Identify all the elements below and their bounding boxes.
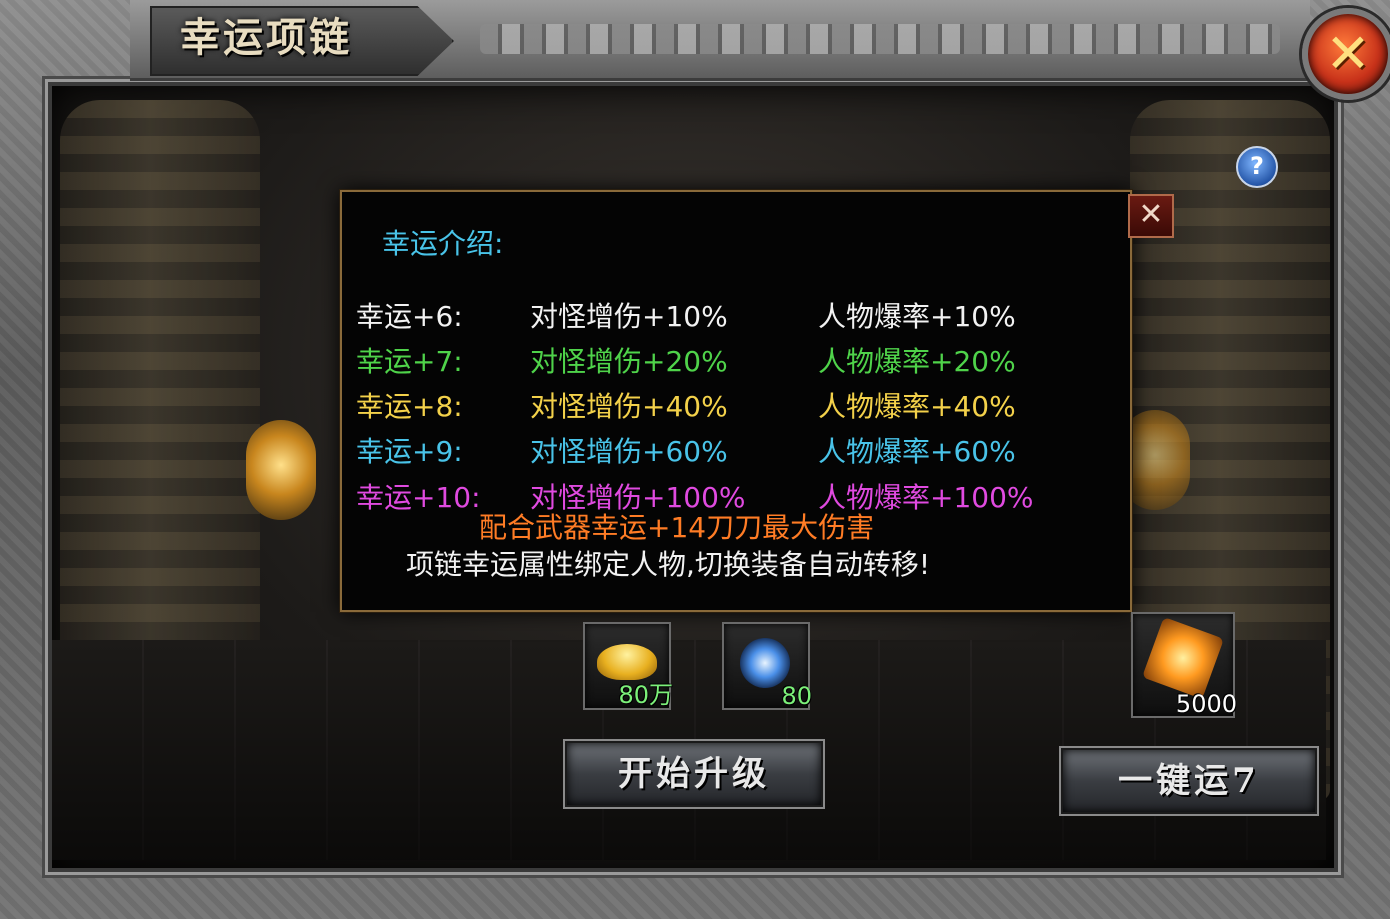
popup-close-button[interactable]: ✕	[1128, 194, 1174, 238]
row-monster-damage: 对怪增伤+10%	[530, 300, 728, 333]
row-drop-rate: 人物爆率+20%	[818, 345, 1016, 378]
stone-cost-slot[interactable]: 80	[722, 622, 812, 710]
amulet-item-slot[interactable]: 5000	[1131, 612, 1237, 718]
window-title: 幸运项链	[180, 14, 352, 61]
row-level: 幸运+7:	[356, 345, 463, 378]
row-monster-damage: 对怪增伤+40%	[530, 390, 728, 423]
row-level: 幸运+6:	[356, 300, 463, 333]
row-drop-rate: 人物爆率+40%	[818, 390, 1016, 423]
popup-heading: 幸运介绍:	[382, 227, 504, 260]
bind-luck-note: 项链幸运属性绑定人物,切换装备自动转移!	[406, 548, 931, 581]
row-monster-damage: 对怪增伤+20%	[530, 345, 728, 378]
fire-amulet-icon	[1141, 616, 1225, 700]
row-level: 幸运+9:	[356, 435, 463, 468]
lantern-left	[246, 420, 316, 520]
help-icon: ?	[1250, 152, 1264, 180]
help-button[interactable]: ?	[1236, 146, 1278, 188]
stone-cost-amount: 80	[781, 682, 812, 710]
close-window-button[interactable]: ✕	[1302, 8, 1390, 100]
weapon-luck-note: 配合武器幸运+14刀刀最大伤害	[479, 511, 875, 544]
gold-cost-amount: 80万	[618, 681, 673, 709]
gold-cost-slot[interactable]: 80万	[583, 622, 673, 710]
row-drop-rate: 人物爆率+60%	[818, 435, 1016, 468]
row-monster-damage: 对怪增伤+60%	[530, 435, 728, 468]
row-level: 幸运+8:	[356, 390, 463, 423]
one-click-luck7-button[interactable]: 一键运7	[1061, 748, 1317, 814]
title-ornament	[480, 24, 1280, 54]
row-drop-rate: 人物爆率+10%	[818, 300, 1016, 333]
close-icon: ✕	[1138, 197, 1164, 232]
close-icon: ✕	[1325, 22, 1371, 85]
start-upgrade-button[interactable]: 开始升级	[565, 741, 823, 807]
row-level: 幸运+10:	[356, 481, 481, 514]
blue-orb-icon	[740, 638, 790, 688]
amulet-amount: 5000	[1175, 690, 1237, 718]
